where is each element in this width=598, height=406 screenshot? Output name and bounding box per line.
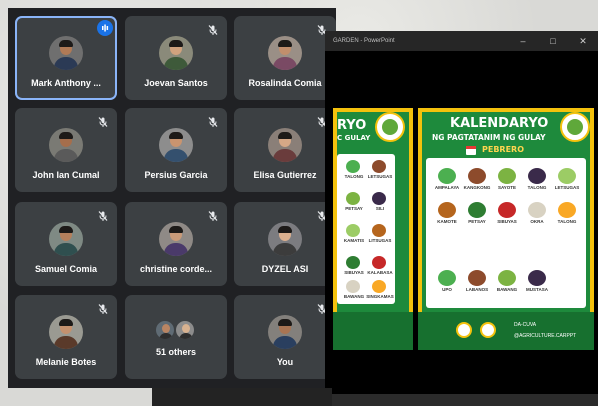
avatar <box>49 36 83 70</box>
participant-tile[interactable]: Melanie Botes <box>15 295 117 379</box>
vegetable-item: SILI <box>367 190 393 220</box>
mic-muted-icon <box>207 209 219 221</box>
vegetable-label: SINGKAMAS <box>366 294 394 299</box>
participant-tile[interactable]: You <box>234 295 336 379</box>
meet-participant-grid: Mark Anthony ... Joevan Santos Rosalinda C… <box>8 8 336 388</box>
participant-tile[interactable]: DYZEL ASI <box>234 202 336 286</box>
vegetable-item: OKRA <box>520 200 554 230</box>
avatar <box>159 36 193 70</box>
avatar <box>159 128 193 162</box>
slide-thumbnail-left[interactable]: RYO C GULAY TALONG LETSUGAS PETSAY SILI KAMA… <box>333 108 413 350</box>
participant-tile[interactable]: Mark Anthony ... <box>15 16 117 100</box>
close-button[interactable]: ✕ <box>572 31 594 51</box>
vegetable-item: LETSUGAS <box>550 166 584 196</box>
vegetable-item: KAMATIS <box>341 222 367 252</box>
vegetable-item: KAMOTE <box>430 200 464 230</box>
vegetable-item: SIBUYAS <box>490 200 524 230</box>
slide-month: PEBRERO <box>482 145 525 154</box>
participant-tile[interactable]: Samuel Comia <box>15 202 117 286</box>
participant-tile[interactable]: Rosalinda Comia <box>234 16 336 100</box>
mic-muted-icon <box>207 23 219 35</box>
participant-tile[interactable]: christine corde... <box>125 202 227 286</box>
participant-name: Elisa Gutierrez <box>253 170 317 180</box>
mic-muted-icon <box>97 115 109 127</box>
participant-name: John Ian Cumal <box>32 170 100 180</box>
mic-muted-icon <box>97 209 109 221</box>
vegetable-label: SILI <box>375 206 385 211</box>
vegetable-item: LITSUGAS <box>367 222 393 252</box>
vegetable-label: LETSUGAS <box>554 185 580 190</box>
vegetable-label: KALABASA <box>367 270 393 275</box>
participant-name: 51 others <box>155 347 197 357</box>
participant-tile[interactable]: John Ian Cumal <box>15 108 117 192</box>
footer-icon-1 <box>456 322 472 338</box>
footer-text-2: @AGRICULTURE.CARPPT <box>514 333 577 339</box>
slide-left-title: RYO <box>337 118 367 133</box>
participant-name: Persius Garcia <box>144 170 208 180</box>
footer-icon-2 <box>480 322 496 338</box>
vegetable-label: MUSTASA <box>526 287 548 292</box>
participant-name: Rosalinda Comia <box>248 78 322 88</box>
participant-tile[interactable]: 51 others <box>125 295 227 379</box>
avatar <box>268 128 302 162</box>
vegetable-label: LETSUGAS <box>367 174 393 179</box>
slide-logo <box>560 112 590 142</box>
vegetable-item: BAWANG <box>341 278 367 308</box>
vegetable-item: PETSAY <box>460 200 494 230</box>
footer-text-1: DA-CUVA <box>514 322 537 328</box>
status-bar <box>325 394 598 406</box>
slide-subtitle: NG PAGTATANIM NG GULAY <box>432 133 546 142</box>
taskbar-strip <box>152 388 332 406</box>
mic-muted-icon <box>97 302 109 314</box>
window-title: GARDEN - PowerPoint <box>333 38 395 44</box>
vegetable-item: TALONG <box>520 166 554 196</box>
participant-name: Joevan Santos <box>144 78 208 88</box>
participant-name: christine corde... <box>139 264 213 274</box>
slide-kalendaryo: KALENDARYO NG PAGTATANIM NG GULAY PEBRER… <box>418 108 594 350</box>
mic-muted-icon <box>207 115 219 127</box>
speaking-indicator-icon <box>97 20 113 36</box>
vegetable-item: PETSAY <box>341 190 367 220</box>
avatar <box>268 222 302 256</box>
others-avatar-stack <box>154 319 198 341</box>
calendar-icon <box>466 146 476 155</box>
avatar <box>159 222 193 256</box>
participant-tile[interactable]: Persius Garcia <box>125 108 227 192</box>
slide-left-subtitle: C GULAY <box>337 134 371 142</box>
vegetable-item: LABANOS <box>460 268 494 298</box>
participant-tile[interactable]: Elisa Gutierrez <box>234 108 336 192</box>
maximize-button[interactable]: □ <box>542 31 564 51</box>
vegetable-item: BAWANG <box>490 268 524 298</box>
avatar <box>49 222 83 256</box>
minimize-button[interactable]: – <box>512 31 534 51</box>
avatar <box>268 315 302 349</box>
participant-name: DYZEL ASI <box>261 264 309 274</box>
participant-tile[interactable]: Joevan Santos <box>125 16 227 100</box>
vegetable-item: AMPALAYA <box>430 166 464 196</box>
vegetable-item: MUSTASA <box>520 268 554 298</box>
vegetable-item: TALONG <box>341 158 367 188</box>
vegetable-item: SAYOTE <box>490 166 524 196</box>
avatar <box>268 36 302 70</box>
slide-left-logo <box>375 112 405 142</box>
participant-name: Melanie Botes <box>35 357 97 367</box>
participant-name: Mark Anthony ... <box>31 78 101 88</box>
participant-name: You <box>276 357 294 367</box>
participant-name: Samuel Comia <box>34 264 98 274</box>
vegetable-item: SINGKAMAS <box>366 278 394 308</box>
vegetable-item: KANGKONG <box>460 166 494 196</box>
avatar <box>49 315 83 349</box>
vegetable-label: LITSUGAS <box>368 238 392 243</box>
vegetable-item: TALONG <box>550 200 584 230</box>
vegetable-label: TALONG <box>557 219 577 224</box>
avatar <box>49 128 83 162</box>
slide-title: KALENDARYO <box>450 116 549 131</box>
vegetable-item: UPO <box>430 268 464 298</box>
vegetable-item: LETSUGAS <box>367 158 393 188</box>
